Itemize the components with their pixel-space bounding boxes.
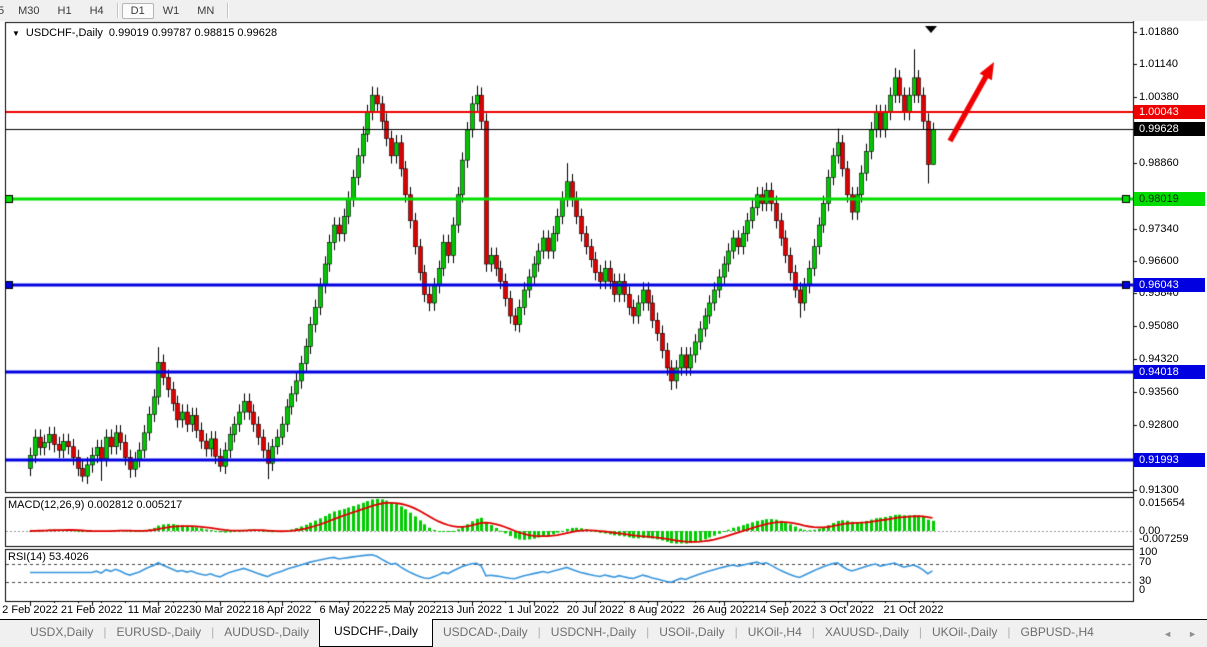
price-level-tag: 0.91993	[1134, 453, 1205, 467]
timeframe-button-w1[interactable]: W1	[154, 3, 189, 19]
price-chart-canvas[interactable]	[0, 21, 1207, 619]
toolbar-separator	[227, 3, 228, 18]
date-axis-label: 8 Aug 2022	[629, 604, 685, 616]
symbol-tab-usoil[interactable]: USOil-,Daily	[649, 620, 734, 647]
date-axis-label: 20 Jul 2022	[567, 604, 624, 616]
date-axis-label: 25 May 2022	[378, 604, 442, 616]
date-axis-label: 6 May 2022	[320, 604, 377, 616]
timeframe-button-h4[interactable]: H4	[81, 3, 113, 19]
price-axis-label: 0.97340	[1139, 222, 1179, 236]
chart-area: ▼ USDCHF-,Daily 0.99019 0.99787 0.98815 …	[0, 21, 1207, 619]
date-axis-label: 11 Mar 2022	[128, 604, 189, 616]
tab-scroll-left-icon[interactable]: ◄	[1163, 629, 1172, 639]
date-axis-label: 1 Jul 2022	[508, 604, 559, 616]
price-axis-label: 0.94320	[1139, 352, 1179, 366]
symbol-tab-usdcad[interactable]: USDCAD-,Daily	[433, 620, 538, 647]
timeframe-button-m30[interactable]: M30	[9, 3, 48, 19]
price-axis-label: 0.92800	[1139, 418, 1179, 432]
date-axis-label: 3 Oct 2022	[820, 604, 874, 616]
chart-symbol-label: USDCHF-,Daily	[26, 27, 103, 39]
toolbar-separator	[117, 3, 118, 18]
price-axis-label: 1.00380	[1139, 90, 1179, 104]
symbol-tab-ukoil[interactable]: UKOil-,Daily	[922, 620, 1007, 647]
symbol-tab-bar: USDX,Daily|EURUSD-,Daily|AUDUSD-,DailyUS…	[0, 619, 1207, 647]
price-level-tag: 0.94018	[1134, 365, 1205, 379]
symbol-tab-usdcnh[interactable]: USDCNH-,Daily	[541, 620, 646, 647]
macd-axis-label: 0.015654	[1139, 496, 1185, 510]
symbol-tab-eurusd[interactable]: EURUSD-,Daily	[106, 620, 211, 647]
symbol-tab-usdchf[interactable]: USDCHF-,Daily	[319, 619, 433, 647]
chevron-down-icon: ▼	[12, 29, 20, 38]
price-axis-label: 1.01880	[1139, 25, 1179, 39]
price-axis-label: 0.96600	[1139, 254, 1179, 268]
date-axis-label: 18 Apr 2022	[252, 604, 311, 616]
symbol-tab-usdx[interactable]: USDX,Daily	[20, 620, 103, 647]
timeframe-button-h1[interactable]: H1	[49, 3, 81, 19]
rsi-indicator-label: RSI(14) 53.4026	[8, 551, 89, 563]
timeframe-button-mn[interactable]: MN	[188, 3, 223, 19]
date-axis-label: 30 Mar 2022	[189, 604, 251, 616]
chart-ohlc-values: 0.99019 0.99787 0.98815 0.99628	[109, 27, 277, 39]
symbol-tab-ukoil[interactable]: UKOil-,H4	[738, 620, 812, 647]
price-axis-label: 0.93560	[1139, 385, 1179, 399]
price-axis-label: 0.91300	[1139, 483, 1179, 497]
price-level-tag: 1.00043	[1134, 105, 1205, 119]
symbol-tab-xauusd[interactable]: XAUUSD-,Daily	[815, 620, 919, 647]
symbol-tab-gbpusd[interactable]: GBPUSD-,H4	[1010, 620, 1103, 647]
timeframe-toolbar: 5M30H1H4 D1W1MN	[0, 0, 1207, 22]
macd-axis-label: -0.007259	[1139, 532, 1189, 546]
price-level-tag: 0.98019	[1134, 192, 1205, 206]
macd-indicator-label: MACD(12,26,9) 0.002812 0.005217	[8, 499, 182, 511]
timeframe-button-d1[interactable]: D1	[122, 3, 154, 19]
price-axis-label: 0.95080	[1139, 319, 1179, 333]
tab-scroll-right-icon[interactable]: ►	[1188, 629, 1197, 639]
rsi-axis-label: 0	[1139, 583, 1145, 597]
rsi-axis-label: 70	[1139, 555, 1151, 569]
date-axis-label: 21 Oct 2022	[884, 604, 944, 616]
date-axis-label: 13 Jun 2022	[441, 604, 502, 616]
date-axis-label: 21 Feb 2022	[61, 604, 123, 616]
timeframe-button-5[interactable]: 5	[0, 3, 9, 19]
trading-terminal-window: 5M30H1H4 D1W1MN ▼ USDCHF-,Daily 0.99019 0…	[0, 0, 1207, 647]
chart-title: ▼ USDCHF-,Daily 0.99019 0.99787 0.98815 …	[12, 27, 277, 39]
price-level-tag: 0.96043	[1134, 278, 1205, 292]
price-axis-label: 1.01140	[1139, 57, 1178, 71]
date-axis-label: 26 Aug 2022	[693, 604, 755, 616]
tab-scroll-arrows: ◄►	[1163, 620, 1197, 647]
symbol-tab-audusd[interactable]: AUDUSD-,Daily	[214, 620, 319, 647]
price-axis-label: 0.98860	[1139, 156, 1179, 170]
date-axis-label: 2 Feb 2022	[2, 604, 58, 616]
date-axis-label: 14 Sep 2022	[754, 604, 816, 616]
price-level-tag: 0.99628	[1134, 122, 1205, 136]
